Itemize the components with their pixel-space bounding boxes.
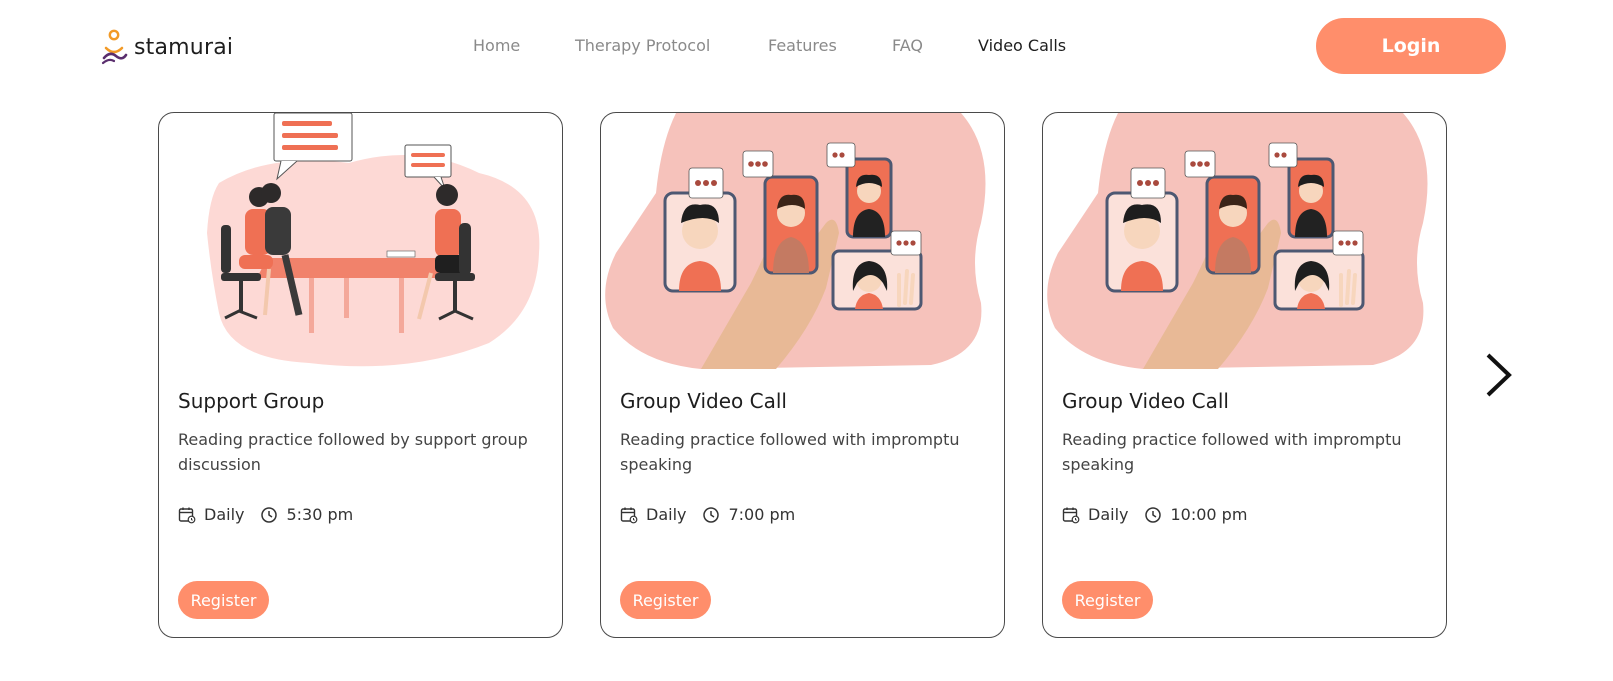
card-frequency: Daily — [646, 505, 687, 524]
calendar-icon — [1062, 507, 1080, 523]
clock-icon — [1145, 506, 1162, 523]
clock-icon — [261, 506, 278, 523]
card-title: Group Video Call — [1062, 389, 1229, 413]
nav-item-faq[interactable]: FAQ — [892, 36, 923, 55]
card-frequency: Daily — [204, 505, 245, 524]
card-title: Group Video Call — [620, 389, 787, 413]
session-card-group-video-call-1: Group Video Call Reading practice follow… — [600, 112, 1005, 638]
card-description: Reading practice followed with impromptu… — [1062, 430, 1402, 474]
session-card-support-group: Support Group Reading practice followed … — [158, 112, 563, 638]
card-time: 5:30 pm — [286, 505, 354, 524]
register-button[interactable]: Register — [1062, 581, 1153, 619]
card-description: Reading practice followed with impromptu… — [620, 430, 960, 474]
register-button[interactable]: Register — [178, 581, 269, 619]
site-header: stamurai Home Therapy Protocol Features … — [0, 0, 1613, 92]
card-schedule: Daily 7:00 pm — [620, 505, 795, 524]
login-button[interactable]: Login — [1316, 18, 1506, 74]
card-schedule: Daily 10:00 pm — [1062, 505, 1247, 524]
card-time: 7:00 pm — [728, 505, 796, 524]
calendar-icon — [620, 507, 638, 523]
stamurai-logo-icon — [101, 29, 128, 65]
card-time: 10:00 pm — [1170, 505, 1248, 524]
group-video-call-illustration — [605, 113, 986, 369]
session-card-group-video-call-2: Group Video Call Reading practice follow… — [1042, 112, 1447, 638]
chevron-right-icon[interactable] — [1484, 352, 1514, 398]
group-video-call-illustration — [1047, 113, 1428, 369]
meeting-table-illustration — [207, 113, 540, 367]
card-schedule: Daily 5:30 pm — [178, 505, 353, 524]
nav-item-video-calls[interactable]: Video Calls — [978, 36, 1066, 55]
card-frequency: Daily — [1088, 505, 1129, 524]
clock-icon — [703, 506, 720, 523]
card-description: Reading practice followed by support gro… — [178, 430, 528, 474]
register-button[interactable]: Register — [620, 581, 711, 619]
card-title: Support Group — [178, 389, 325, 413]
calendar-icon — [178, 507, 196, 523]
brand-logo[interactable]: stamurai — [100, 28, 233, 66]
nav-item-home[interactable]: Home — [473, 36, 520, 55]
nav-item-features[interactable]: Features — [768, 36, 837, 55]
nav-item-therapy-protocol[interactable]: Therapy Protocol — [575, 36, 710, 55]
brand-name: stamurai — [134, 34, 234, 60]
